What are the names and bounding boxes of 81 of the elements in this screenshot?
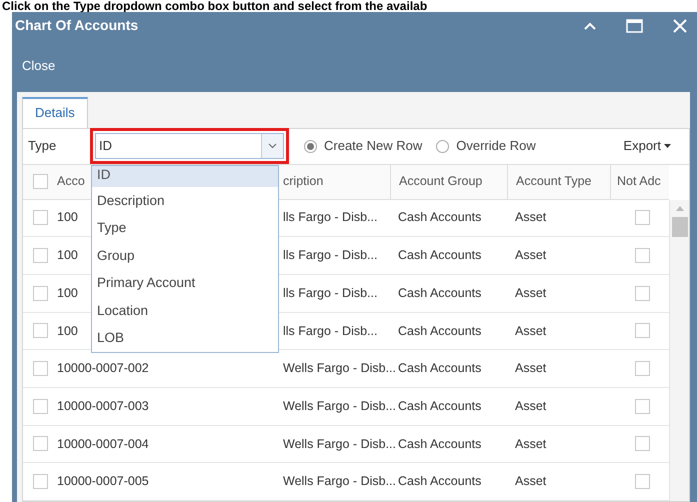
scroll-up-icon[interactable] [676,206,684,210]
dropdown-button[interactable] [261,134,283,158]
collapse-icon[interactable] [584,22,596,30]
select-all-checkbox[interactable] [33,174,48,189]
table-cell-text: Cash Accounts [398,247,482,264]
dropdown-option[interactable]: Group [92,242,278,269]
row-checkbox[interactable] [33,436,48,452]
type-value: ID [98,137,113,155]
dropdown-option[interactable]: ID [92,166,278,186]
dropdown-option[interactable]: LOB [92,324,278,352]
column-header[interactable]: Account Type [516,172,592,191]
table-cell-text: Asset [515,322,546,340]
row-checkbox[interactable] [33,210,48,226]
export-button[interactable]: Export [623,136,671,156]
row-checkbox[interactable] [635,436,650,452]
tab[interactable]: Details [22,96,88,128]
dropdown-option[interactable]: Primary Account [92,269,278,296]
table-cell-text: Wells Fargo - Disb... [283,360,396,378]
table-cell-text: Wells Fargo - Disb... [283,436,396,453]
type-label: Type [28,137,58,156]
table-cell-text: Cash Accounts [398,209,482,226]
close-icon[interactable] [673,18,687,33]
radio-label: Override Row [456,137,536,156]
row-checkbox[interactable] [635,248,650,264]
dropdown-option[interactable]: Type [92,214,278,242]
chevron-down-icon [268,143,277,149]
column-header[interactable]: cription [283,172,324,191]
close-button[interactable]: Close [22,56,56,76]
table-cell-text: lls Fargo - Disb... [283,284,378,302]
maximize-icon[interactable] [626,18,643,33]
column-header[interactable]: Account Group [399,172,482,191]
table-cell-text: Asset [515,436,546,453]
table-cell-text: Asset [515,284,546,302]
table-cell-text: lls Fargo - Disb... [283,322,378,340]
table-cell-text: Asset [515,360,546,378]
table-cell-text: Cash Accounts [398,436,482,453]
scrollbar[interactable] [669,200,689,501]
table-cell-text: Cash Accounts [398,360,482,378]
window-title: Chart Of Accounts [15,16,138,36]
column-header[interactable]: Not Adc [617,172,661,191]
row-checkbox[interactable] [635,398,650,414]
row-checkbox[interactable] [635,286,650,301]
table-cell-text: Asset [515,209,546,226]
table-cell-text: 100 [57,247,78,264]
row-checkbox[interactable] [33,361,48,376]
column-header[interactable]: Acco [57,172,85,191]
table-cell-text: 10000-0007-002 [57,360,149,378]
table-cell-text: Wells Fargo - Disb... [283,398,396,415]
table-cell-text: Cash Accounts [398,398,482,415]
row-checkbox[interactable] [33,248,48,264]
table-cell-text: Asset [515,398,546,415]
table-cell-text: Cash Accounts [398,473,482,490]
table-cell-text: 100 [57,284,78,302]
type-combo-box[interactable]: ID [95,133,284,159]
table-cell-text: Asset [515,247,546,264]
caret-icon [664,144,671,148]
table-cell-text: lls Fargo - Disb... [283,247,378,264]
table-cell-text: 10000-0007-003 [57,398,149,415]
table-cell-text: Cash Accounts [398,322,482,340]
table-cell-text: Cash Accounts [398,284,482,302]
table-cell-text: Asset [515,473,546,490]
row-checkbox[interactable] [33,398,48,414]
dropdown-option[interactable]: Description [92,186,278,214]
radio-button[interactable] [304,140,317,152]
radio-label: Create New Row [324,137,422,156]
row-checkbox[interactable] [635,361,650,376]
table-cell-text: Wells Fargo - Disb... [283,473,396,490]
scrollbar-thumb[interactable] [672,216,688,236]
row-checkbox[interactable] [33,323,48,338]
row-checkbox[interactable] [33,286,48,301]
table-cell-text: 100 [57,209,78,226]
dropdown-option[interactable]: Location [92,296,278,324]
row-checkbox[interactable] [635,474,650,490]
table-cell-text: 100 [57,322,78,340]
table-cell-text: 10000-0007-004 [57,436,149,453]
radio-button[interactable] [436,140,450,152]
table-cell-text: lls Fargo - Disb... [283,209,378,226]
row-checkbox[interactable] [635,210,650,226]
row-checkbox[interactable] [33,474,48,490]
row-checkbox[interactable] [635,323,650,338]
table-cell-text: 10000-0007-005 [57,473,149,490]
